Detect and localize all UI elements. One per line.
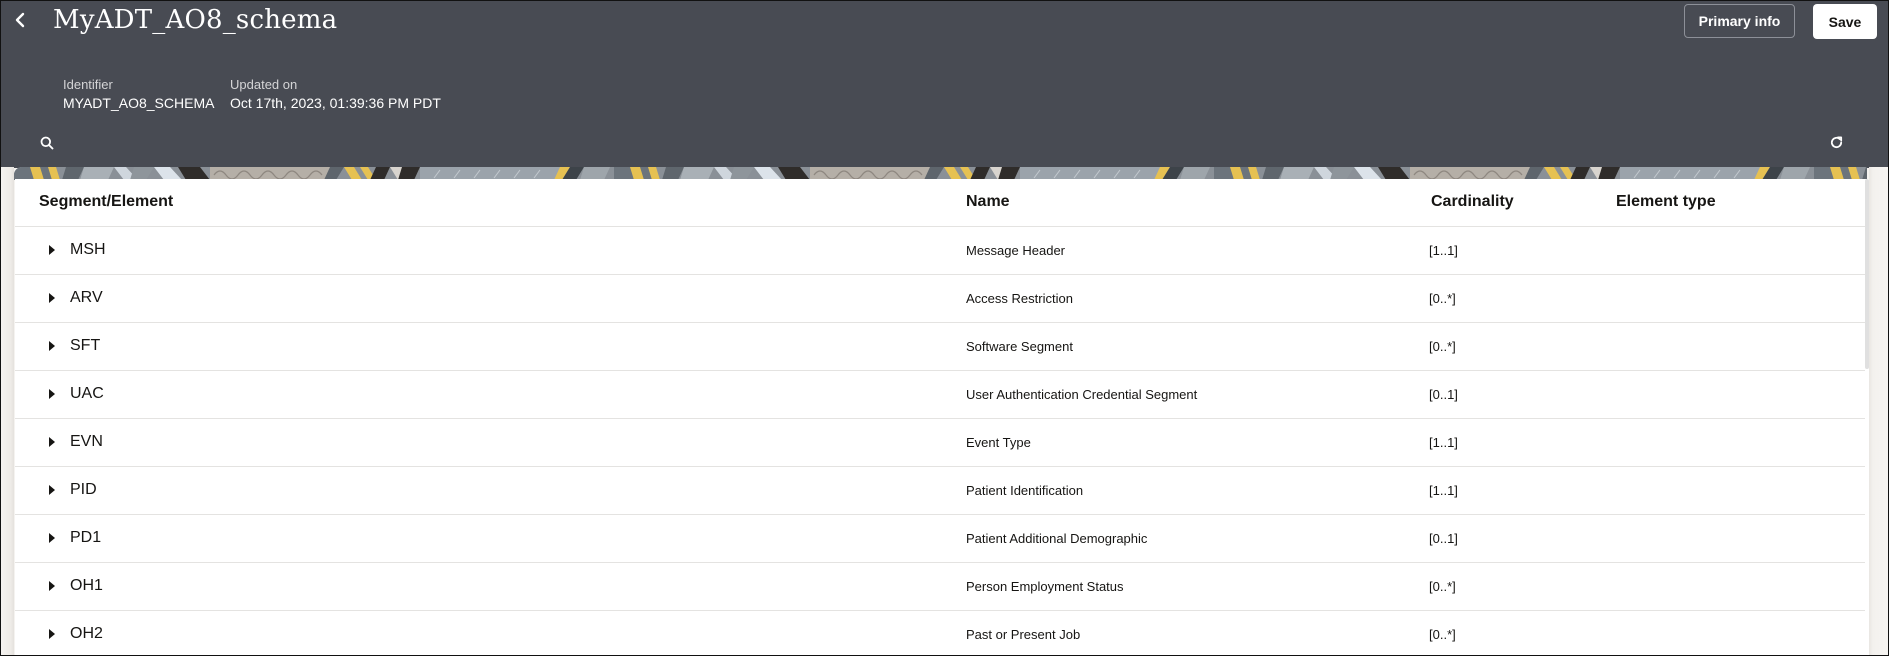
- segment-name: Patient Additional Demographic: [966, 531, 1148, 546]
- caret-right-icon: [48, 244, 58, 256]
- refresh-icon: [1829, 135, 1844, 154]
- segment-id: MSH: [70, 241, 106, 258]
- refresh-button[interactable]: [1826, 134, 1846, 154]
- caret-right-icon: [48, 580, 58, 592]
- segment-name: Person Employment Status: [966, 579, 1124, 594]
- caret-right-icon: [48, 628, 58, 640]
- expand-toggle[interactable]: [48, 628, 58, 640]
- segment-name: Patient Identification: [966, 483, 1084, 498]
- identifier-label: Identifier: [63, 77, 113, 92]
- segment-id: OH1: [70, 577, 103, 594]
- expand-toggle[interactable]: [48, 388, 58, 400]
- table-row[interactable]: EVN Event Type [1..1]: [15, 419, 1865, 467]
- segment-id: PD1: [70, 529, 102, 546]
- chevron-left-icon: [14, 12, 26, 32]
- cardinality: [0..*]: [1429, 627, 1456, 642]
- cardinality: [1..1]: [1429, 483, 1458, 498]
- segment-name: Event Type: [966, 435, 1031, 450]
- identifier-field: Identifier MYADT_AO8_SCHEMA: [63, 77, 214, 111]
- updated-on-value: Oct 17th, 2023, 01:39:36 PM PDT: [230, 95, 441, 111]
- segment-id: OH2: [70, 625, 103, 642]
- page-header: MyADT_AO8_schema Primary info Save Ident…: [1, 1, 1888, 168]
- app-window: MyADT_AO8_schema Primary info Save Ident…: [0, 0, 1889, 656]
- table-row[interactable]: OH2 Past or Present Job [0..*]: [15, 611, 1865, 655]
- table-row[interactable]: OH1 Person Employment Status [0..*]: [15, 563, 1865, 611]
- table-row[interactable]: PD1 Patient Additional Demographic [0..1…: [15, 515, 1865, 563]
- column-header-element-type[interactable]: Element type: [1616, 193, 1716, 211]
- caret-right-icon: [48, 292, 58, 304]
- segment-name: Access Restriction: [966, 291, 1073, 306]
- expand-toggle[interactable]: [48, 484, 58, 496]
- segment-id: ARV: [70, 289, 103, 306]
- search-button[interactable]: [37, 134, 57, 154]
- save-button[interactable]: Save: [1813, 4, 1877, 39]
- table-row[interactable]: PID Patient Identification [1..1]: [15, 467, 1865, 515]
- page-background-right: [1869, 167, 1888, 655]
- table-row[interactable]: UAC User Authentication Credential Segme…: [15, 371, 1865, 419]
- cardinality: [1..1]: [1429, 243, 1458, 258]
- caret-right-icon: [48, 388, 58, 400]
- cardinality: [0..*]: [1429, 579, 1456, 594]
- caret-right-icon: [48, 340, 58, 352]
- column-header-segment-element[interactable]: Segment/Element: [39, 193, 173, 211]
- caret-right-icon: [48, 532, 58, 544]
- segment-name: Software Segment: [966, 339, 1073, 354]
- expand-toggle[interactable]: [48, 340, 58, 352]
- table-row[interactable]: SFT Software Segment [0..*]: [15, 323, 1865, 371]
- cardinality: [0..1]: [1429, 387, 1458, 402]
- search-icon: [40, 135, 54, 154]
- page-title: MyADT_AO8_schema: [53, 5, 338, 35]
- expand-toggle[interactable]: [48, 292, 58, 304]
- table-row[interactable]: MSH Message Header [1..1]: [15, 227, 1865, 275]
- updated-on-field: Updated on Oct 17th, 2023, 01:39:36 PM P…: [230, 77, 441, 111]
- segment-name: Past or Present Job: [966, 627, 1081, 642]
- caret-right-icon: [48, 484, 58, 496]
- expand-toggle[interactable]: [48, 244, 58, 256]
- expand-toggle[interactable]: [48, 532, 58, 544]
- primary-info-button[interactable]: Primary info: [1684, 4, 1795, 38]
- column-header-cardinality[interactable]: Cardinality: [1431, 193, 1514, 211]
- expand-toggle[interactable]: [48, 436, 58, 448]
- page-background-left: [1, 167, 14, 655]
- segment-id: UAC: [70, 385, 104, 402]
- expand-toggle[interactable]: [48, 580, 58, 592]
- segment-name: User Authentication Credential Segment: [966, 387, 1198, 402]
- segment-id: SFT: [70, 337, 101, 354]
- segment-name: Message Header: [966, 243, 1065, 258]
- table-row[interactable]: ARV Access Restriction [0..*]: [15, 275, 1865, 323]
- cardinality: [0..1]: [1429, 531, 1458, 546]
- vertical-scrollbar[interactable]: [1865, 179, 1869, 369]
- cardinality: [1..1]: [1429, 435, 1458, 450]
- column-header-name[interactable]: Name: [966, 193, 1010, 211]
- schema-table: Segment/Element Name Cardinality Element…: [15, 179, 1869, 655]
- back-button[interactable]: [9, 9, 31, 35]
- cardinality: [0..*]: [1429, 291, 1456, 306]
- segment-id: EVN: [70, 433, 103, 450]
- caret-right-icon: [48, 436, 58, 448]
- cardinality: [0..*]: [1429, 339, 1456, 354]
- identifier-value: MYADT_AO8_SCHEMA: [63, 95, 215, 111]
- updated-on-label: Updated on: [230, 77, 298, 92]
- segment-id: PID: [70, 481, 97, 498]
- table-body: MSH Message Header [1..1] ARV Access Res…: [15, 227, 1865, 655]
